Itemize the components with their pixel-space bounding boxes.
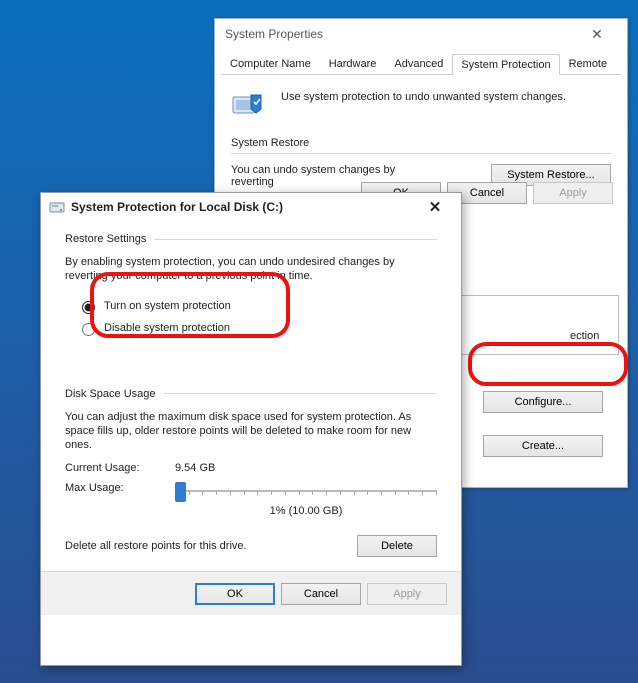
apply-button: Apply xyxy=(533,182,613,204)
current-usage-label: Current Usage: xyxy=(65,462,155,474)
close-icon[interactable]: ✕ xyxy=(577,19,617,49)
cancel-button[interactable]: Cancel xyxy=(281,583,361,605)
disk-space-desc: You can adjust the maximum disk space us… xyxy=(65,410,437,453)
system-properties-titlebar: System Properties ✕ xyxy=(215,19,627,49)
tab-computer-name[interactable]: Computer Name xyxy=(221,53,320,74)
system-protection-icon xyxy=(231,91,265,119)
dialog-titlebar: System Protection for Local Disk (C:) ✕ xyxy=(41,193,461,221)
tab-remote[interactable]: Remote xyxy=(560,53,617,74)
system-restore-group: System Restore xyxy=(231,137,611,149)
system-protection-dialog: System Protection for Local Disk (C:) ✕ … xyxy=(40,192,462,666)
restore-settings-section: Restore Settings xyxy=(65,233,437,245)
close-icon[interactable]: ✕ xyxy=(417,198,453,216)
system-properties-tabs: Computer Name Hardware Advanced System P… xyxy=(221,53,621,75)
tab-hardware[interactable]: Hardware xyxy=(320,53,386,74)
drive-icon xyxy=(49,199,65,215)
radio-disable-input[interactable] xyxy=(82,323,95,336)
radio-turn-on-label: Turn on system protection xyxy=(104,300,231,312)
delete-button[interactable]: Delete xyxy=(357,535,437,557)
configure-button[interactable]: Configure... xyxy=(483,391,603,413)
delete-restore-points-text: Delete all restore points for this drive… xyxy=(65,540,247,552)
system-protection-intro: Use system protection to undo unwanted s… xyxy=(281,91,566,103)
dialog-body: Restore Settings By enabling system prot… xyxy=(41,221,461,571)
max-usage-label: Max Usage: xyxy=(65,482,155,494)
slider-thumb[interactable] xyxy=(175,482,186,502)
radio-disable-label: Disable system protection xyxy=(104,322,230,334)
max-usage-value: 1% (10.00 GB) xyxy=(175,505,437,517)
tab-advanced[interactable]: Advanced xyxy=(385,53,452,74)
radio-turn-on-input[interactable] xyxy=(82,301,95,314)
apply-button: Apply xyxy=(367,583,447,605)
radio-disable[interactable]: Disable system protection xyxy=(77,320,437,336)
radio-turn-on[interactable]: Turn on system protection xyxy=(77,298,437,314)
create-button[interactable]: Create... xyxy=(483,435,603,457)
disk-space-section: Disk Space Usage xyxy=(65,388,437,400)
dialog-footer: OK Cancel Apply xyxy=(41,571,461,615)
max-usage-slider[interactable]: 1% (10.00 GB) xyxy=(175,482,437,517)
dialog-title: System Protection for Local Disk (C:) xyxy=(71,200,283,214)
restore-settings-desc: By enabling system protection, you can u… xyxy=(65,255,437,284)
system-properties-title: System Properties xyxy=(225,19,323,49)
current-usage-value: 9.54 GB xyxy=(175,462,215,474)
tab-system-protection[interactable]: System Protection xyxy=(452,54,559,75)
ok-button[interactable]: OK xyxy=(195,583,275,605)
